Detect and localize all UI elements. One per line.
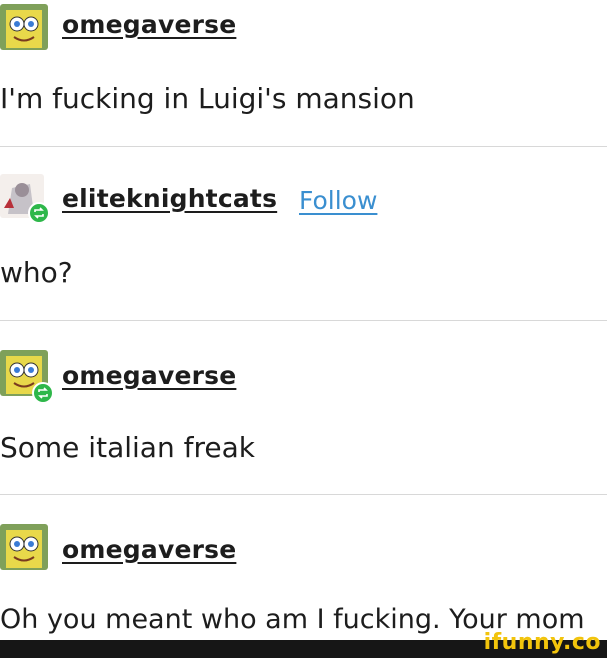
post-username[interactable]: eliteknightcats	[62, 184, 277, 213]
divider	[0, 494, 607, 495]
post-text: Some italian freak	[0, 431, 255, 464]
ifunny-watermark: ifunny.co	[483, 630, 601, 655]
post-text: who?	[0, 256, 73, 289]
post-username[interactable]: omegaverse	[62, 10, 236, 39]
divider	[0, 146, 607, 147]
reblog-icon	[32, 382, 54, 404]
spongebob-icon[interactable]	[0, 4, 48, 50]
spongebob-icon[interactable]	[0, 524, 48, 570]
reblog-icon	[28, 202, 50, 224]
post-username[interactable]: omegaverse	[62, 361, 236, 390]
post-username[interactable]: omegaverse	[62, 535, 236, 564]
follow-link[interactable]: Follow	[299, 186, 377, 215]
divider	[0, 320, 607, 321]
post-text: I'm fucking in Luigi's mansion	[0, 82, 415, 115]
